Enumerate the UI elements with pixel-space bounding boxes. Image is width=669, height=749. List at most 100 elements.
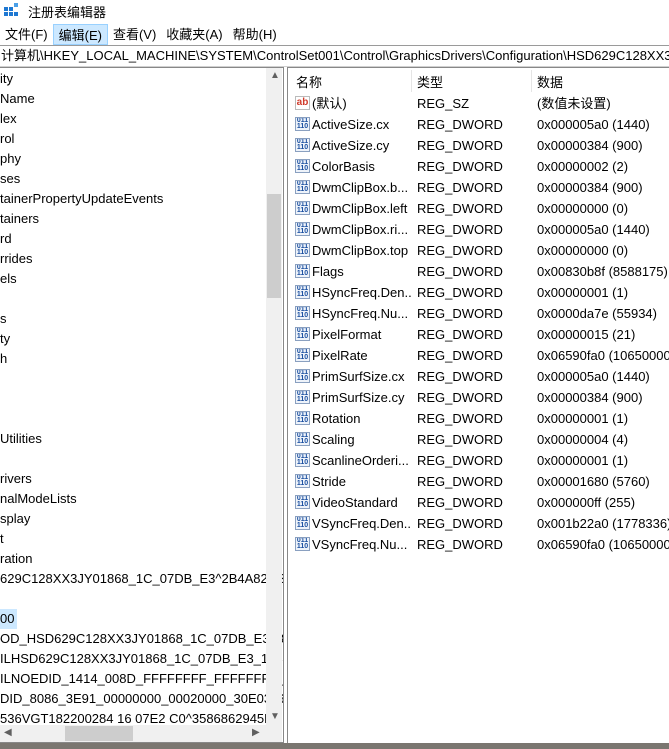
tree-item[interactable]: t [0,529,4,549]
tree-item[interactable]: tainers [0,209,39,229]
tree-item[interactable]: els [0,269,17,289]
value-data: 0x00000000 (0) [537,243,629,258]
value-row[interactable]: 011 110 ActiveSize.cx REG_DWORD 0x000005a… [288,114,669,135]
tree-item[interactable]: rd [0,229,12,249]
tree-vertical-scrollbar[interactable]: ▲ ▼ [266,68,282,725]
value-name: Rotation [312,411,361,426]
value-name: DwmClipBox.left [312,201,408,216]
value-row[interactable]: 011 110 ColorBasis REG_DWORD 0x00000002 (… [288,156,669,177]
value-row[interactable]: 011 110 Scaling REG_DWORD 0x00000004 (4) [288,429,669,450]
tree-item[interactable]: OD_HSD629C128XX3JY01868_1C_07DB_E3_808 [0,629,283,649]
tree-item[interactable]: rivers [0,469,32,489]
value-type: REG_DWORD [417,348,503,363]
value-data: 0x000000ff (255) [537,495,636,510]
binary-value-icon: 011 110 [295,495,310,509]
value-data: 0x00000000 (0) [537,201,629,216]
binary-value-icon: 011 110 [295,432,310,446]
tree-horizontal-scrollbar[interactable]: ◀ ▶ [0,725,266,742]
value-data: 0x06590fa0 (106500000 [537,537,669,552]
value-row[interactable]: 011 110 DwmClipBox.left REG_DWORD 0x00000… [288,198,669,219]
tree-item[interactable]: Name [0,89,35,109]
value-data: 0x00000001 (1) [537,453,629,468]
scroll-right-icon[interactable]: ▶ [252,727,260,738]
value-row[interactable]: 011 110 ActiveSize.cy REG_DWORD 0x0000038… [288,135,669,156]
tree-item[interactable]: ses [0,169,20,189]
value-row[interactable]: 011 110 HSyncFreq.Nu... REG_DWORD 0x0000d… [288,303,669,324]
binary-value-icon: 011 110 [295,117,310,131]
value-row[interactable]: ab (默认) REG_SZ (数值未设置) [288,93,669,114]
menu-file[interactable]: 文件(F) [0,24,53,45]
scroll-up-icon[interactable]: ▲ [270,70,280,81]
tree-item[interactable]: 00 [0,609,18,629]
binary-value-icon: 011 110 [295,474,310,488]
value-row[interactable]: 011 110 Rotation REG_DWORD 0x00000001 (1) [288,408,669,429]
tree-item[interactable]: rol [0,129,14,149]
value-type: REG_DWORD [417,180,503,195]
value-type: REG_DWORD [417,306,503,321]
tree-item[interactable]: lex [0,109,17,129]
value-row[interactable]: 011 110 DwmClipBox.b... REG_DWORD 0x00000… [288,177,669,198]
value-row[interactable]: 011 110 DwmClipBox.top REG_DWORD 0x000000… [288,240,669,261]
value-row[interactable]: 011 110 HSyncFreq.Den... REG_DWORD 0x0000… [288,282,669,303]
value-name: PrimSurfSize.cy [312,390,405,405]
scrollbar-thumb[interactable] [65,726,133,741]
value-row[interactable]: 011 110 VSyncFreq.Nu... REG_DWORD 0x06590… [288,534,669,555]
scroll-down-icon[interactable]: ▼ [270,711,280,722]
value-row[interactable]: 011 110 VSyncFreq.Den... REG_DWORD 0x001b… [288,513,669,534]
values-pane: 名称 类型 数据 ab (默认) REG_SZ (数值未设置) 011 110 Ac… [287,67,669,743]
value-name: (默认) [312,96,347,111]
value-row[interactable]: 011 110 VideoStandard REG_DWORD 0x000000f… [288,492,669,513]
window-title: 注册表编辑器 [28,4,107,20]
address-bar[interactable]: 计算机\HKEY_LOCAL_MACHINE\SYSTEM\ControlSet… [0,45,669,67]
tree-item[interactable]: nalModeLists [0,489,77,509]
value-row[interactable]: 011 110 ScanlineOrderi... REG_DWORD 0x000… [288,450,669,471]
binary-value-icon: 011 110 [295,285,310,299]
tree-item[interactable]: Utilities [0,429,42,449]
binary-value-icon: 011 110 [295,516,310,530]
value-row[interactable]: 011 110 DwmClipBox.ri... REG_DWORD 0x0000… [288,219,669,240]
value-data: 0x00830b8f (8588175) [537,264,668,279]
tree-item[interactable]: ity [0,69,13,89]
tree-item[interactable]: 629C128XX3JY01868_1C_07DB_E3^2B4A82DBF [0,569,283,589]
tree-item[interactable]: ILHSD629C128XX3JY01868_1C_07DB_E3_1414_ [0,649,283,669]
value-row[interactable]: 011 110 PrimSurfSize.cy REG_DWORD 0x00000… [288,387,669,408]
value-data: 0x00000384 (900) [537,180,643,195]
column-data[interactable]: 数据 [537,72,563,91]
value-row[interactable]: 011 110 Flags REG_DWORD 0x00830b8f (85881… [288,261,669,282]
menu-view[interactable]: 查看(V) [108,24,161,45]
tree-item[interactable]: ty [0,329,10,349]
value-name: HSyncFreq.Den... [312,285,412,300]
tree-item[interactable]: s [0,309,7,329]
binary-value-icon: 011 110 [295,327,310,341]
binary-value-icon: 011 110 [295,243,310,257]
menu-help[interactable]: 帮助(H) [228,24,282,45]
value-type: REG_DWORD [417,537,503,552]
column-header: 名称 类型 数据 [288,68,669,92]
scroll-left-icon[interactable]: ◀ [4,727,12,738]
value-row[interactable]: 011 110 PixelRate REG_DWORD 0x06590fa0 (1… [288,345,669,366]
scrollbar-thumb[interactable] [267,194,281,298]
tree-item[interactable]: ILNOEDID_1414_008D_FFFFFFFF_FFFFFFFF_0^0… [0,669,283,689]
value-type: REG_DWORD [417,432,503,447]
tree-item[interactable]: tainerPropertyUpdateEvents [0,189,163,209]
value-row[interactable]: 011 110 PixelFormat REG_DWORD 0x00000015 … [288,324,669,345]
tree-item[interactable]: phy [0,149,21,169]
value-row[interactable]: 011 110 Stride REG_DWORD 0x00001680 (5760… [288,471,669,492]
tree-item[interactable]: splay [0,509,30,529]
tree-item[interactable]: rrides [0,249,33,269]
value-data: 0x00000015 (21) [537,327,636,342]
value-name: HSyncFreq.Nu... [312,306,409,321]
key-tree-pane: ity Name lex rol phy ses tainerPropertyUpdateE… [0,67,284,743]
tree-item[interactable]: ration [0,549,33,569]
column-type[interactable]: 类型 [417,72,443,91]
binary-value-icon: 011 110 [295,159,310,173]
value-type: REG_DWORD [417,138,503,153]
menu-favorites[interactable]: 收藏夹(A) [161,24,227,45]
tree-item[interactable]: h [0,349,7,369]
value-row[interactable]: 011 110 PrimSurfSize.cx REG_DWORD 0x00000… [288,366,669,387]
tree-item[interactable]: DID_8086_3E91_00000000_00020000_30E03^65 [0,689,283,709]
value-name: ActiveSize.cy [312,138,390,153]
menu-edit[interactable]: 编辑(E) [52,23,108,45]
column-name[interactable]: 名称 [296,72,322,91]
value-type: REG_DWORD [417,201,503,216]
